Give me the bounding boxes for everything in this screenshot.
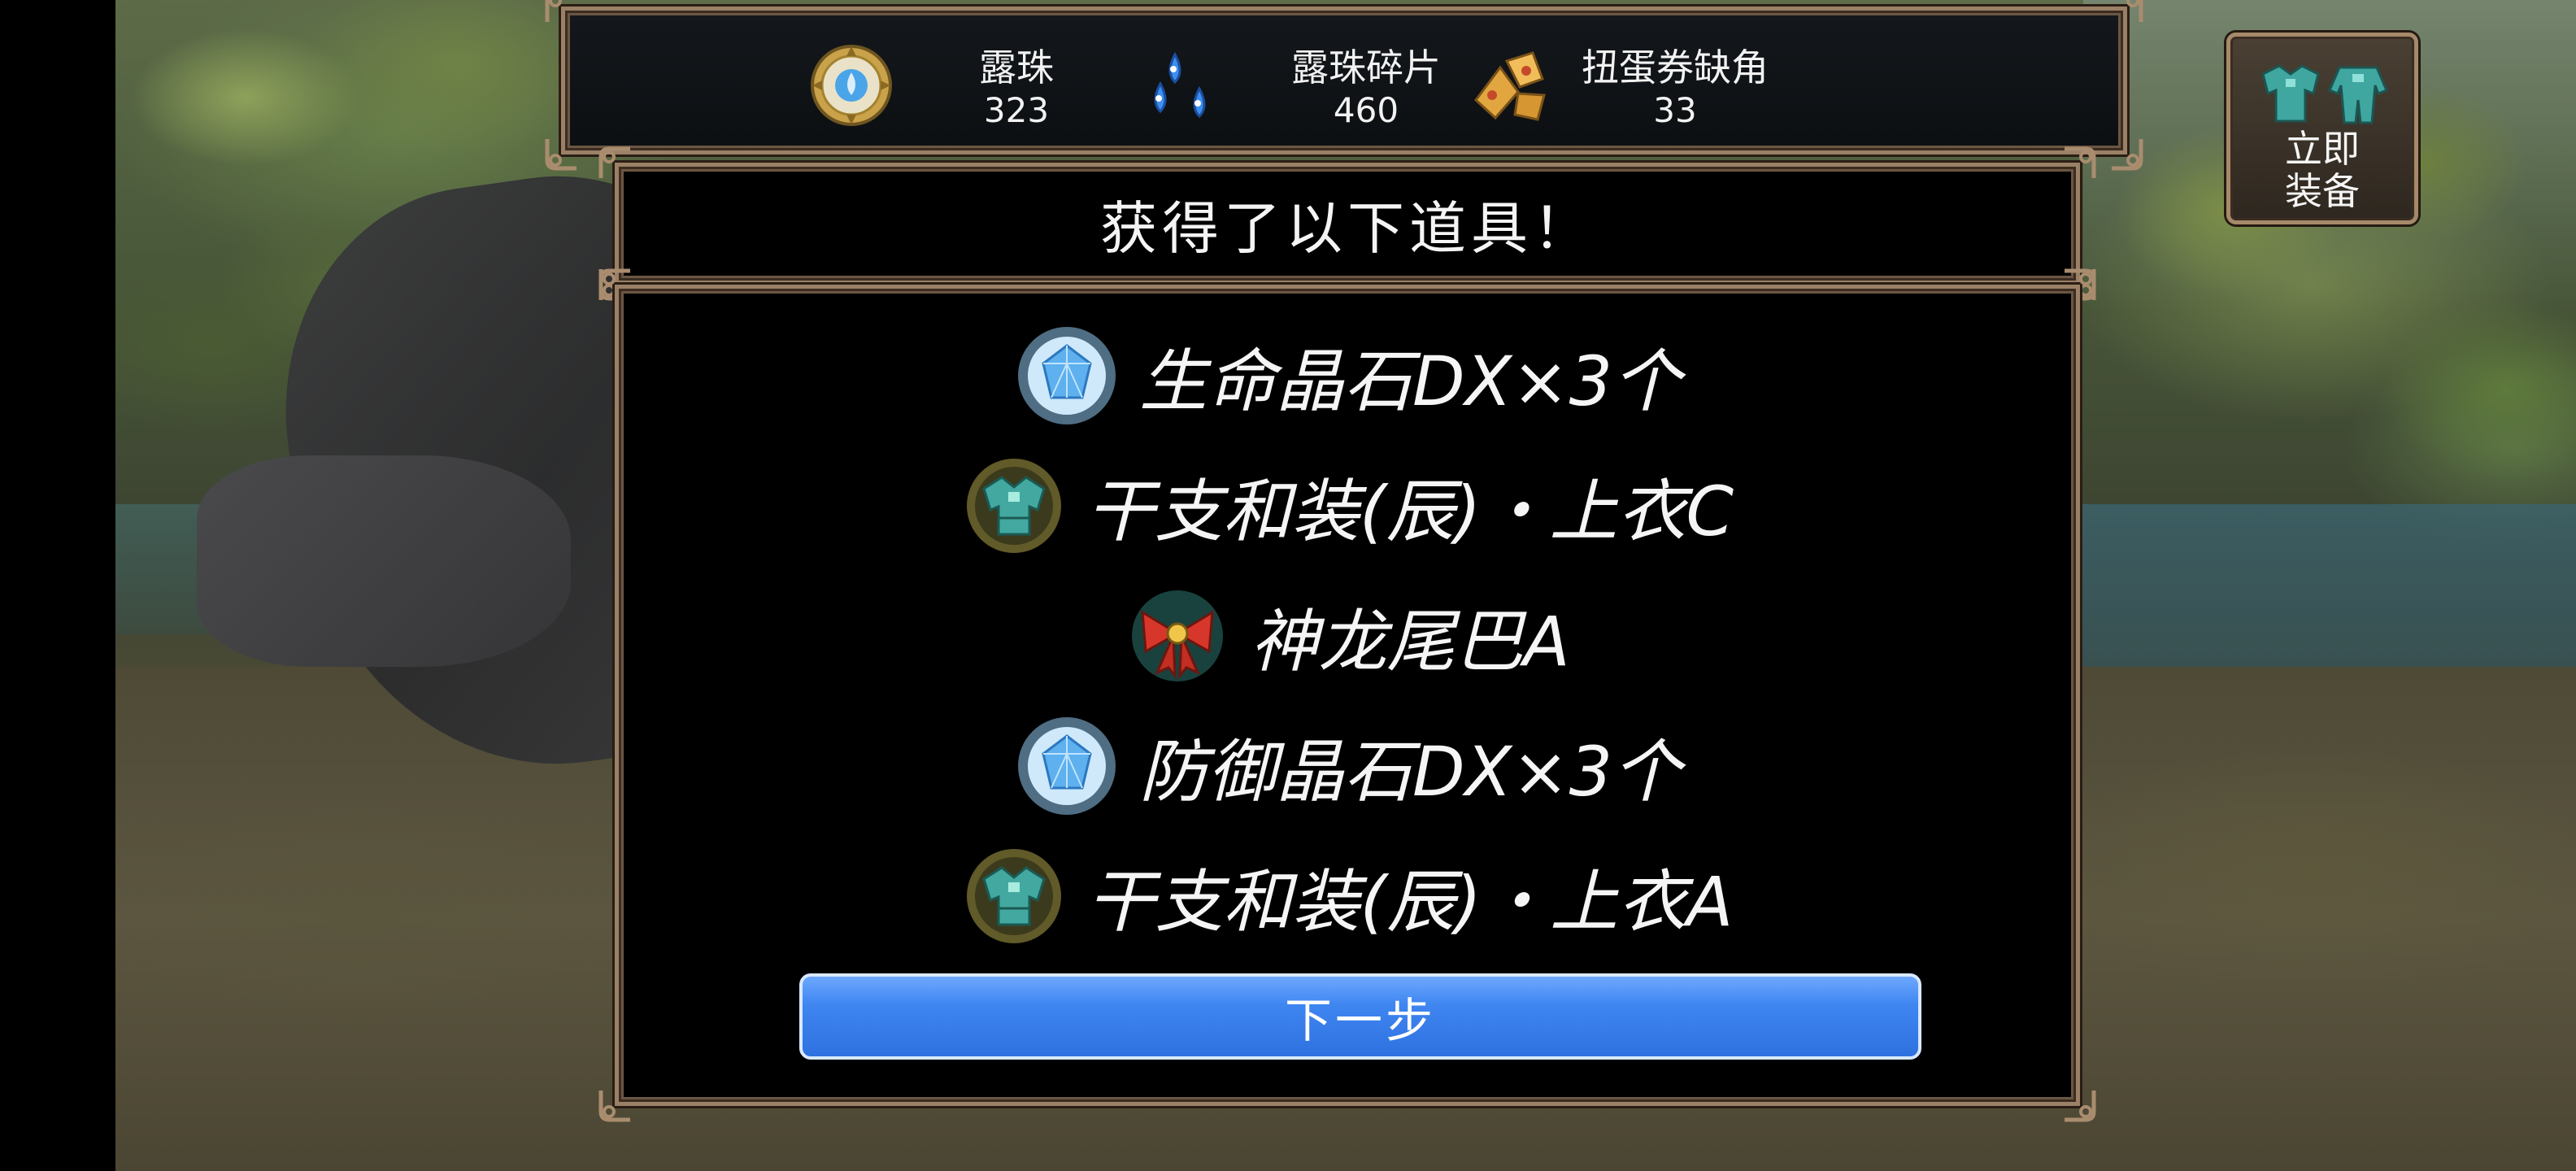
next-step-label: 下一步 [1284,993,1436,1048]
reward-item: 神龙尾巴A [619,583,2076,689]
equip-now-label: 立即 装备 [2285,127,2360,213]
currency-gacha-ticket-fragment-label: 扭蛋券缺角 [1582,46,1769,89]
reward-item: 生命晶石DX×3个 [619,323,2076,429]
dew-orb-icon [809,43,894,128]
reward-items-panel: 生命晶石DX×3个 干支和装(辰)・上衣C 神龙尾巴A 防御晶石DX×3个 干支… [598,268,2096,1122]
frame-ornament [544,136,580,172]
blue-crystal-icon [1014,323,1120,429]
game-screen: 露珠 323 露珠碎片 460 扭蛋券缺角 33 立即 装备 获得了以下道具！ … [0,0,2576,1171]
reward-item-name: 干支和装(辰)・上衣A [1086,861,1734,942]
reward-item: 干支和装(辰)・上衣A [619,843,2076,949]
currency-gacha-ticket-fragment-value: 33 [1653,90,1697,130]
next-step-button[interactable]: 下一步 [799,973,1921,1060]
armor-top-icon [961,453,1067,559]
frame-ornament [2108,0,2144,25]
currency-gacha-ticket-fragment: 扭蛋券缺角 33 [1468,11,1891,150]
currency-dew-value: 323 [983,90,1050,130]
dialog-title-panel: 获得了以下道具！ [598,146,2096,301]
dew-fragment-icon [1142,43,1227,128]
currency-dew: 露珠 323 [809,11,1086,150]
currency-dew-label: 露珠 [979,46,1054,89]
frame-ornament [544,0,580,25]
equip-now-button[interactable]: 立即 装备 [2226,33,2418,224]
reward-item: 防御晶石DX×3个 [619,713,2076,819]
frame-ornament [2061,1087,2097,1123]
currency-dew-fragment-value: 460 [1333,90,1399,130]
reward-item-name: 神龙尾巴A [1250,601,1570,681]
frame-ornament [2061,268,2097,303]
currency-dew-fragment-label: 露珠碎片 [1291,46,1441,89]
currency-bar: 露珠 323 露珠碎片 460 扭蛋券缺角 33 [545,0,2143,171]
blue-crystal-icon [1014,713,1120,819]
reward-item-name: 干支和装(辰)・上衣C [1086,471,1734,551]
frame-ornament [598,268,633,303]
reward-item: 干支和装(辰)・上衣C [619,453,2076,559]
armor-icon [2248,61,2400,126]
gacha-ticket-fragment-icon [1468,43,1552,128]
red-bow-icon [1125,583,1230,689]
reward-item-name: 生命晶石DX×3个 [1138,341,1682,421]
reward-item-name: 防御晶石DX×3个 [1138,731,1682,812]
frame-ornament [2108,136,2144,172]
dialog-title: 获得了以下道具！ [1100,194,1595,262]
armor-top-icon [961,843,1067,949]
frame-ornament [598,1087,633,1123]
